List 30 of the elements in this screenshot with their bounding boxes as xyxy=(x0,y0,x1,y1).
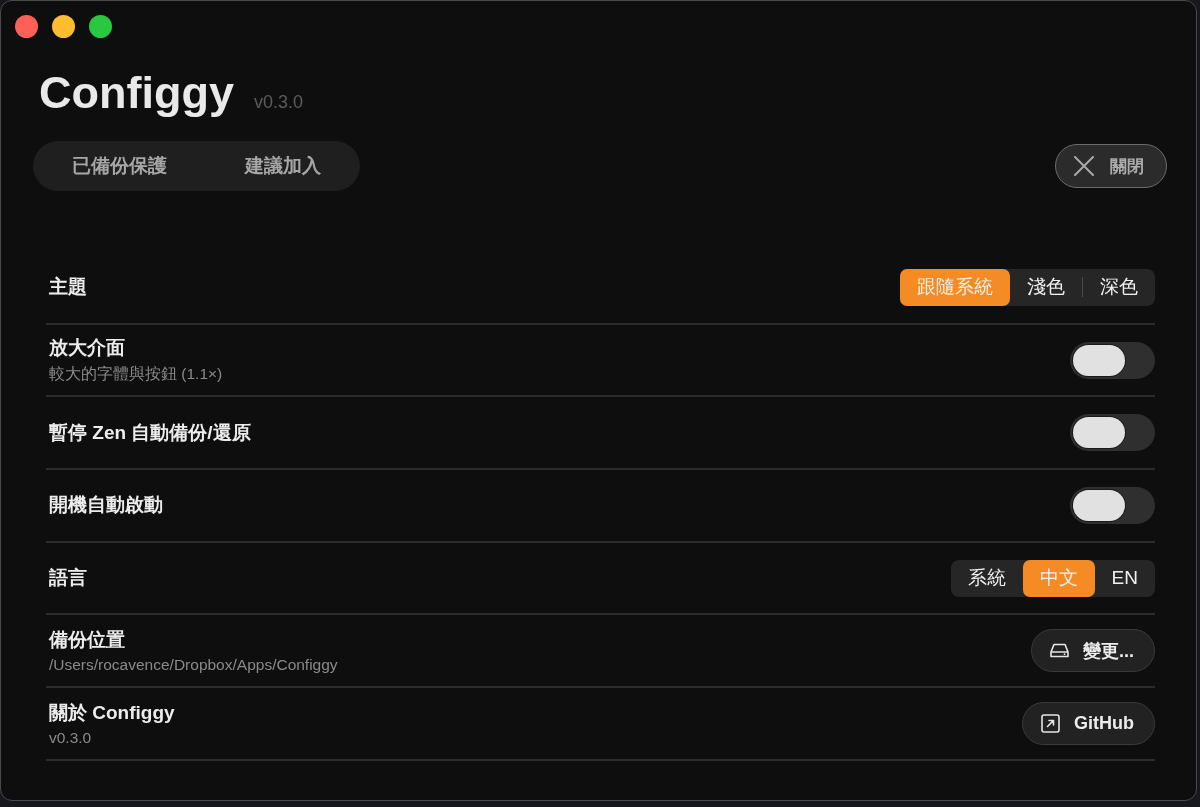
change-location-button[interactable]: 變更... xyxy=(1031,629,1155,673)
setting-label: 開機自動啟動 xyxy=(49,493,163,518)
setting-label: 暫停 Zen 自動備份/還原 xyxy=(49,420,251,445)
close-icon xyxy=(1074,156,1094,176)
setting-description: 較大的字體與按鈕 (1.1×) xyxy=(49,364,223,385)
toggle-switch[interactable] xyxy=(1070,414,1155,452)
segment-option[interactable]: 系統 xyxy=(950,559,1023,597)
zoom-dot-icon[interactable] xyxy=(89,15,112,38)
setting-label: 備份位置 xyxy=(49,628,126,653)
close-button[interactable]: 關閉 xyxy=(1055,144,1167,188)
external-link-icon xyxy=(1041,713,1060,733)
segment-option[interactable]: 淺色 xyxy=(1010,268,1082,306)
tab[interactable]: 建議加入 xyxy=(206,141,360,191)
setting-description: v0.3.0 xyxy=(49,728,93,747)
toggle-switch[interactable] xyxy=(1070,486,1155,524)
setting-label: 放大介面 xyxy=(49,336,126,361)
setting-label: 關於 Configgy xyxy=(49,700,175,725)
tab[interactable]: 已備份保護 xyxy=(33,141,206,191)
drive-icon xyxy=(1050,643,1069,659)
minimize-dot-icon[interactable] xyxy=(52,15,75,38)
github-link-button[interactable]: GitHub xyxy=(1022,701,1155,745)
setting-description: /Users/rocavence/Dropbox/Apps/Configgy xyxy=(49,656,338,675)
segment-option[interactable]: EN xyxy=(1094,559,1155,597)
version-label: v0.3.0 xyxy=(253,92,303,113)
app-title: Configgy xyxy=(39,66,234,120)
segment-option[interactable]: 深色 xyxy=(1083,268,1155,306)
setting-label: 語言 xyxy=(49,566,87,591)
close-dot-icon[interactable] xyxy=(15,15,38,38)
setting-label: 主題 xyxy=(49,275,87,300)
toggle-switch[interactable] xyxy=(1070,341,1155,379)
